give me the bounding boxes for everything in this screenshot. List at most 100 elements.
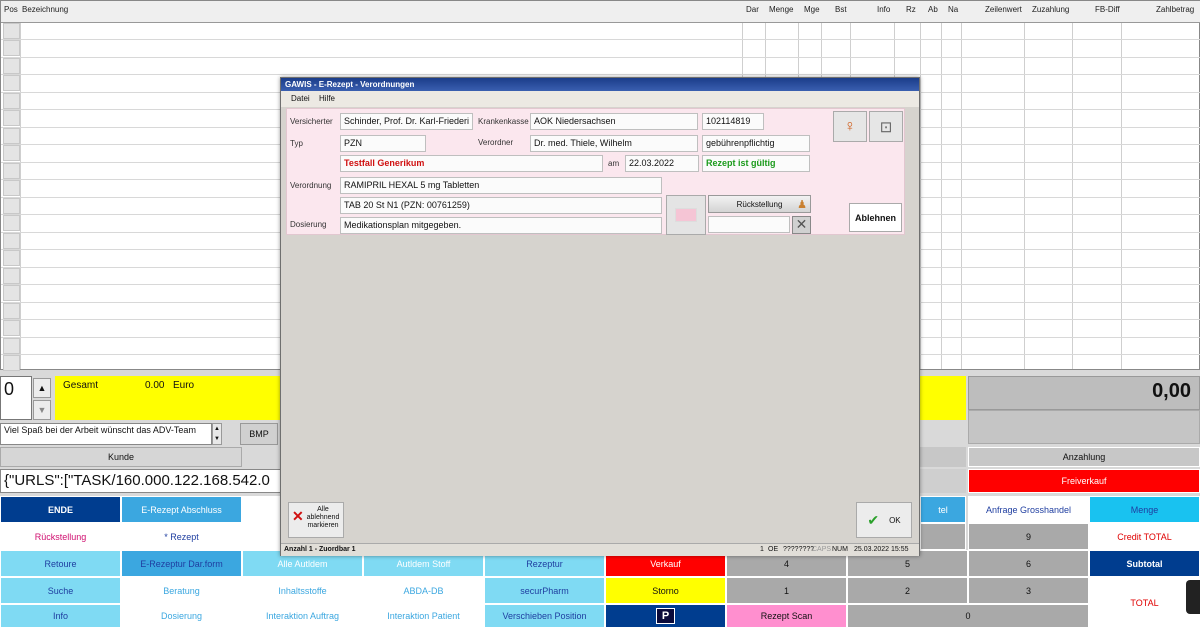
quantity-down-button[interactable]: ▼: [33, 400, 51, 420]
gebuehr-field[interactable]: gebührenpflichtig: [702, 135, 810, 152]
label-am: am: [608, 159, 620, 168]
clear-button[interactable]: ✕: [792, 216, 811, 234]
rezept-button[interactable]: * Rezept: [121, 523, 242, 550]
menu-datei[interactable]: Datei: [291, 94, 310, 103]
testfall-field[interactable]: Testfall Generikum: [340, 155, 603, 172]
info-button[interactable]: Info: [0, 604, 121, 628]
key-9[interactable]: 9: [968, 523, 1089, 550]
verschieben-position-button[interactable]: Verschieben Position: [484, 604, 605, 628]
col-na: Na: [948, 5, 959, 14]
label-verordnung: Verordnung: [290, 181, 332, 190]
storno-button[interactable]: Storno: [605, 577, 726, 604]
abda-db-button[interactable]: ABDA-DB: [363, 577, 484, 604]
prescription-panel: Versicherter Schinder, Prof. Dr. Karl-Fr…: [286, 108, 905, 235]
key-blank-r2[interactable]: [920, 523, 966, 550]
dialog-menubar: Datei Hilfe: [281, 91, 919, 107]
menge-button[interactable]: Menge: [1089, 496, 1200, 523]
rueckstellung-input[interactable]: [708, 216, 790, 233]
dosierung-button[interactable]: Dosierung: [121, 604, 242, 628]
datum-field[interactable]: 22.03.2022: [625, 155, 699, 172]
col-zuzahlung: Zuzahlung: [1032, 5, 1070, 14]
col-zahlbetrag: Zahlbetrag: [1156, 5, 1195, 14]
scan-image[interactable]: [666, 195, 706, 235]
side-handle[interactable]: [1186, 580, 1200, 614]
subtotal-button[interactable]: Subtotal: [1089, 550, 1200, 577]
user-add-icon: ♟: [797, 199, 807, 211]
rueckstellung-button-dlg[interactable]: Rückstellung ♟: [708, 195, 811, 213]
inhaltsstoffe-button[interactable]: Inhaltsstoffe: [242, 577, 363, 604]
interaktion-patient-button[interactable]: Interaktion Patient: [363, 604, 484, 628]
col-fb-diff: FB-Diff: [1095, 5, 1120, 14]
gesamt-currency: Euro: [173, 380, 195, 391]
close-icon: ✕: [795, 216, 808, 232]
status-oe: OE: [768, 546, 779, 553]
securpharm-button[interactable]: securPharm: [484, 577, 605, 604]
anfrage-grosshandel-button[interactable]: Anfrage Grosshandel: [968, 496, 1089, 523]
key-2[interactable]: 2: [847, 577, 968, 604]
e-rezept-abschluss-button[interactable]: E-Rezept Abschluss: [121, 496, 242, 523]
freiverkauf-button[interactable]: Freiverkauf: [968, 469, 1200, 493]
col-pos: Pos: [4, 5, 18, 14]
gueltig-field: Rezept ist gültig: [702, 155, 810, 172]
quantity-box[interactable]: 0: [0, 376, 32, 420]
col-bezeichnung: Bezeichnung: [22, 5, 69, 14]
packung-field[interactable]: TAB 20 St N1 (PZN: 00761259): [340, 197, 662, 214]
kunde-field[interactable]: Kunde: [0, 447, 242, 467]
krankenkasse-field[interactable]: AOK Niedersachsen: [530, 113, 698, 130]
tel-button[interactable]: tel: [920, 496, 966, 523]
quantity-up-button[interactable]: ▲: [33, 378, 51, 398]
gesamt-panel: Gesamt 0.00 Euro: [55, 376, 280, 420]
col-dar: Dar: [746, 5, 759, 14]
col-ab: Ab: [928, 5, 938, 14]
suche-button[interactable]: Suche: [0, 577, 121, 604]
beratung-button[interactable]: Beratung: [121, 577, 242, 604]
interaktion-auftrag-button[interactable]: Interaktion Auftrag: [242, 604, 363, 628]
ablehnen-button[interactable]: Ablehnen: [849, 203, 902, 232]
verordner-field[interactable]: Dr. med. Thiele, Wilhelm: [530, 135, 698, 152]
scan-thumb-icon: [675, 208, 697, 222]
bmp-button[interactable]: BMP: [240, 423, 278, 445]
dialog-statusbar: Anzahl 1 - Zuordbar 1 1 OE ???????? CAPS…: [281, 543, 919, 556]
key-3[interactable]: 3: [968, 577, 1089, 604]
alle-ablehnend-button[interactable]: ✕ Alle ablehnend markieren: [288, 502, 344, 538]
ok-button[interactable]: ✔ OK: [856, 502, 912, 538]
label-typ: Typ: [290, 139, 303, 148]
label-versicherter: Versicherter: [290, 117, 333, 126]
dosierung-field[interactable]: Medikationsplan mitgegeben.: [340, 217, 662, 234]
kassen-nr-field[interactable]: 102114819: [702, 113, 764, 130]
key-0[interactable]: 0: [847, 604, 1089, 628]
urls-field[interactable]: {"URLS":["TASK/160.000.122.168.542.0: [0, 469, 282, 493]
parking-icon: P: [655, 608, 676, 624]
verordnung-field[interactable]: RAMIPRIL HEXAL 5 mg Tabletten: [340, 177, 662, 194]
key-6[interactable]: 6: [968, 550, 1089, 577]
gesamt-label: Gesamt: [63, 380, 99, 391]
credit-total-button[interactable]: Credit TOTAL: [1089, 523, 1200, 550]
rueckstellung-button[interactable]: Rückstellung: [0, 523, 121, 550]
ticker-text: Viel Spaß bei der Arbeit wünscht das ADV…: [0, 423, 212, 445]
e-rezeptur-darform-button[interactable]: E-Rezeptur Dar.form: [121, 550, 242, 577]
red-x-icon: ✕: [292, 508, 304, 524]
total-button[interactable]: TOTAL: [1089, 577, 1200, 628]
patient-add-button[interactable]: ♀: [833, 111, 867, 142]
col-info: Info: [877, 5, 891, 14]
anzahlung-button[interactable]: Anzahlung: [968, 447, 1200, 467]
menu-hilfe[interactable]: Hilfe: [319, 94, 335, 103]
key-1[interactable]: 1: [726, 577, 847, 604]
person-add-icon: ♀: [844, 117, 856, 135]
typ-field[interactable]: PZN: [340, 135, 426, 152]
status-date: 25.03.2022: [854, 546, 890, 553]
col-bst: Bst: [835, 5, 847, 14]
ticker-scroll[interactable]: ▲ ▼: [212, 423, 222, 445]
ende-button[interactable]: ENDE: [0, 496, 121, 523]
grid-header: Pos Bezeichnung Dar Menge Mge Bst Info R…: [1, 1, 1200, 23]
status-q: ????????: [783, 546, 815, 553]
rezept-scan-button[interactable]: Rezept Scan: [726, 604, 847, 628]
retoure-button[interactable]: Retoure: [0, 550, 121, 577]
lock-button[interactable]: ⊡: [869, 111, 903, 142]
col-rz: Rz: [906, 5, 916, 14]
status-num: NUM: [832, 546, 848, 553]
parking-button[interactable]: P: [605, 604, 726, 628]
versicherter-field[interactable]: Schinder, Prof. Dr. Karl-Friederi: [340, 113, 473, 130]
dialog-title: GAWIS - E-Rezept - Verordnungen: [281, 78, 919, 91]
check-icon: ✔: [867, 511, 880, 528]
